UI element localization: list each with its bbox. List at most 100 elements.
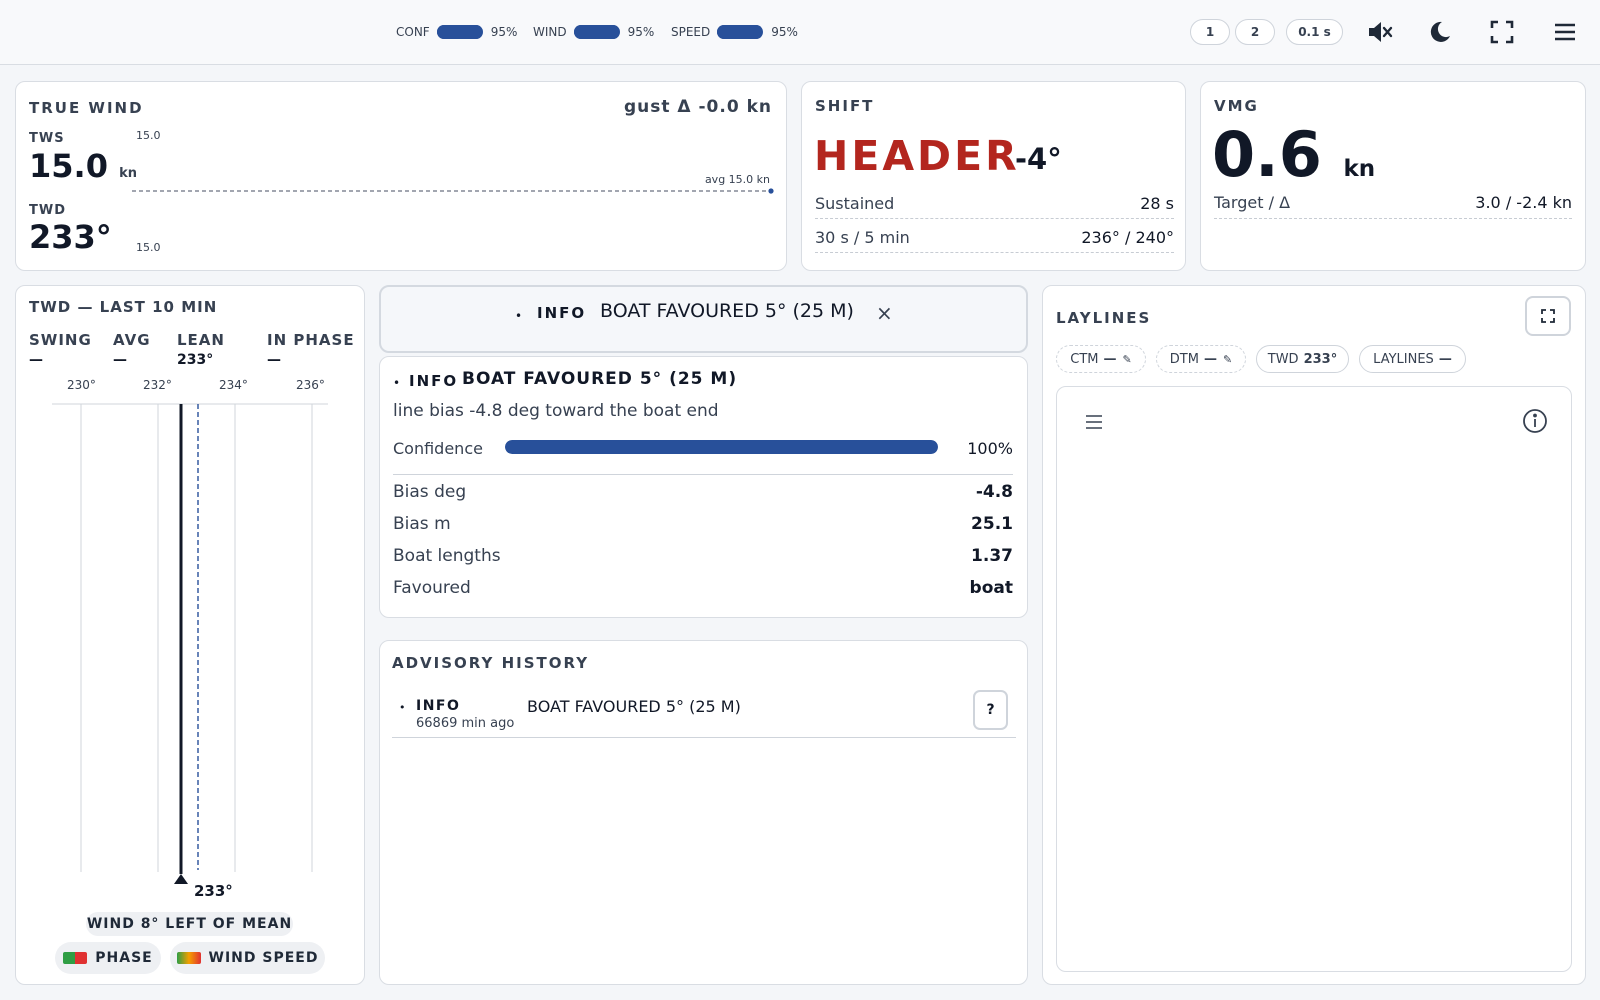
boat-lengths-value: 1.37 [971,546,1013,566]
current-marker [174,874,188,884]
confidence-value: 100% [967,439,1013,458]
tick-236: 236° [296,378,325,392]
wind-speed-legend[interactable]: WIND SPEED [170,942,325,974]
fullscreen-icon[interactable] [1487,17,1517,47]
tws-unit: kn [119,166,137,181]
laylines-map[interactable] [1056,386,1572,972]
mute-icon[interactable] [1365,17,1395,47]
edit-icon: ✎ [1222,352,1233,366]
conf-bar-fill [436,25,481,39]
laylines-chip[interactable]: LAYLINES — [1359,345,1466,373]
vmg-number: 0.6 [1212,118,1322,191]
refresh-rate-button[interactable]: 0.1 s [1286,19,1343,45]
swing-header: SWING [29,331,92,349]
vmg-unit: kn [1343,156,1376,182]
banner-message: BOAT FAVOURED 5° (25 M) [600,300,854,322]
confidence-label: Confidence [393,439,483,458]
banner-close-button[interactable]: × [876,301,893,325]
moon-icon[interactable] [1425,17,1455,47]
boat-lengths-label: Boat lengths [393,546,501,566]
detail-divider [393,474,1013,475]
info-icon [1523,409,1547,433]
sustained-label: Sustained [815,194,895,213]
divider [815,252,1174,253]
history-time: 66869 min ago [416,716,515,731]
bias-deg-label: Bias deg [393,482,467,502]
top-bar: CONF 95% WIND 95% SPEED 95% 1 2 0.1 s [0,0,1600,65]
expand-icon [1541,309,1555,323]
tws-value: 15.0 kn [29,147,137,185]
ctm-chip-label: CTM [1070,351,1099,367]
conf-bar [436,25,483,39]
tws-current-point [768,188,774,194]
current-twd-label: 233° [194,882,233,900]
view-1-button[interactable]: 1 [1190,19,1230,45]
wind-speed-legend-label: WIND SPEED [208,950,319,966]
twd-chip-label: TWD [1267,351,1299,367]
divider [1214,218,1572,219]
twd-history-title: TWD — LAST 10 MIN [29,298,218,316]
confidence-bar [505,440,938,454]
conf-indicator: CONF 95% [396,22,517,42]
history-level: INFO [416,698,461,714]
laylines-chip-value: — [1438,351,1452,367]
avg-header: AVG [113,331,151,349]
phase-legend[interactable]: PHASE [55,942,161,974]
list-item[interactable]: • INFO 66869 min ago BOAT FAVOURED 5° (2… [392,690,1016,738]
twd-chip-value: 233° [1303,351,1338,367]
twd-value: 233° [29,218,112,256]
banner-bullet: • [515,309,523,323]
wind-speed-swatch-icon [176,952,201,964]
advisory-detail-card [379,356,1028,618]
tws-avg-label: avg 15.0 kn [704,173,770,186]
favoured-value: boat [969,578,1013,598]
conf-label: CONF [396,25,430,39]
tws-chart-top: 15.0 [136,129,161,142]
tws-label: TWS [29,131,65,146]
wind-bar-fill [573,25,618,39]
wind-value: 95% [627,25,655,39]
twd-label: TWD [29,203,66,218]
speed-bar-fill [717,25,761,39]
swing-value: — [29,352,43,368]
vmg-title: VMG [1214,97,1259,115]
bias-m-value: 25.1 [971,514,1013,534]
menu-icon[interactable] [1550,17,1580,47]
tick-232: 232° [143,378,172,392]
edit-icon: ✎ [1122,352,1132,366]
bias-m-label: Bias m [393,514,451,534]
confidence-bar-fill [505,440,938,454]
vmg-target-label: Target / Δ [1214,193,1291,212]
history-message: BOAT FAVOURED 5° (25 M) [527,697,741,716]
favoured-label: Favoured [393,578,471,598]
banner-level: INFO [537,304,587,322]
ctm-chip[interactable]: CTM — ✎ [1056,345,1146,373]
detail-bullet: • [393,376,401,390]
avg-value: — [113,352,127,368]
speed-bar [717,25,764,39]
bias-deg-value: -4.8 [975,482,1013,502]
wind-label: WIND [533,25,567,39]
speed-indicator: SPEED 95% [671,22,798,42]
dtm-chip-value: — [1203,351,1217,367]
shift-title: SHIFT [815,97,875,115]
shift-degrees: -4° [1015,142,1062,176]
twd-chip[interactable]: TWD 233° [1256,345,1349,373]
laylines-expand-button[interactable] [1525,296,1571,336]
detail-description: line bias -4.8 deg toward the boat end [393,401,719,421]
detail-title: BOAT FAVOURED 5° (25 M) [462,369,738,389]
phase-swatch-icon [63,952,88,964]
history-help-button[interactable]: ? [973,690,1008,730]
gust-delta: gust Δ -0.0 kn [623,97,772,117]
in-phase-value: — [267,352,281,368]
view-2-button[interactable]: 2 [1235,19,1275,45]
detail-level: INFO [409,372,459,390]
dtm-chip[interactable]: DTM — ✎ [1156,345,1246,373]
wind-indicator: WIND 95% [533,22,654,42]
laylines-title: LAYLINES [1056,309,1152,327]
divider [815,218,1174,219]
tick-234: 234° [219,378,248,392]
tws-chart-bottom: 15.0 [136,241,161,254]
tws-sparkline [132,188,774,194]
tws-number: 15.0 [29,147,108,185]
